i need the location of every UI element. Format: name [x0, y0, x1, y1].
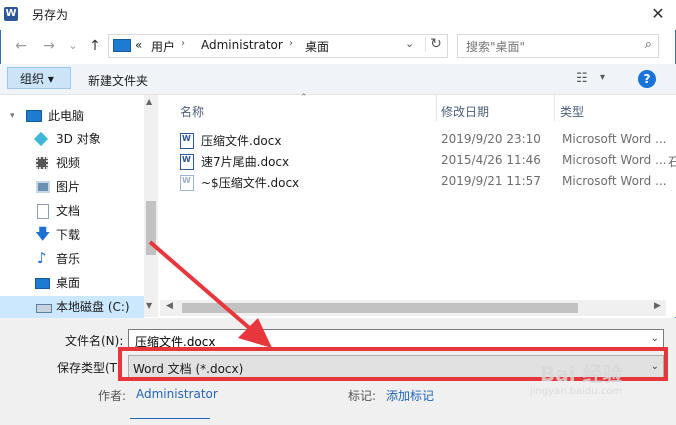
baidu-watermark-logo: Bai 经验 [540, 362, 623, 386]
baidu-watermark-url: jingyan.baidu.com [530, 386, 623, 397]
annotation-arrow-shaft [148, 240, 256, 334]
